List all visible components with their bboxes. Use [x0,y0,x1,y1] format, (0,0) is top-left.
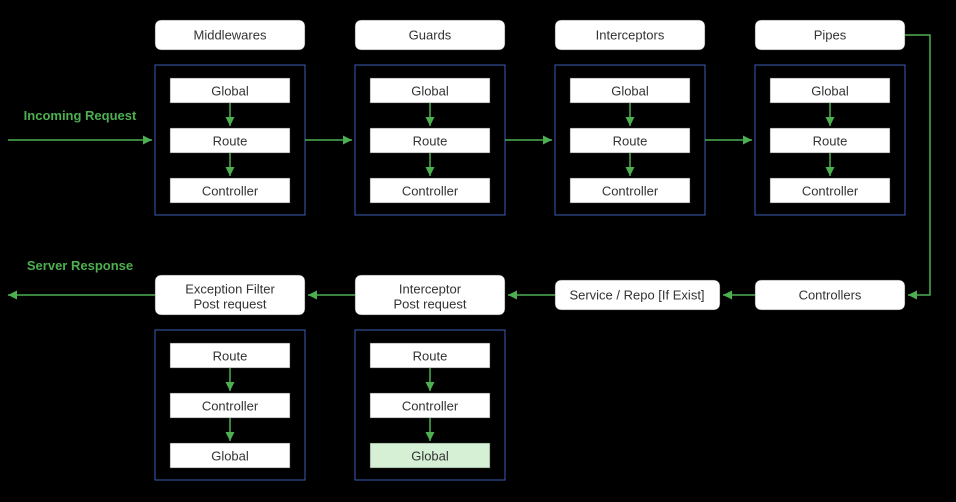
middlewares-route: Route [213,133,248,148]
guards-controller: Controller [402,183,459,198]
pipes-header: Pipes [814,27,847,42]
col-interceptors: Interceptors Global Route Controller [555,20,705,215]
exception-post-line2: Post request [194,296,267,311]
pipes-route: Route [813,133,848,148]
col-middlewares: Middlewares Global Route Controller [155,20,305,215]
server-response-label: Server Response [27,258,133,273]
interceptor-post-line2: Post request [394,296,467,311]
interceptors-header: Interceptors [596,27,665,42]
incoming-request-label: Incoming Request [24,108,137,123]
guards-header: Guards [409,27,452,42]
col-guards: Guards Global Route Controller [355,20,505,215]
exception-post-line1: Exception Filter [185,281,275,296]
exception-post-global: Global [211,448,249,463]
middlewares-global: Global [211,83,249,98]
interceptors-global: Global [611,83,649,98]
interceptor-post-controller: Controller [402,398,459,413]
pipes-global: Global [811,83,849,98]
col-exception-post: Exception Filter Post request Route Cont… [155,275,305,480]
middlewares-controller: Controller [202,183,259,198]
controllers-label: Controllers [799,287,862,302]
interceptor-post-route: Route [413,348,448,363]
arrow-pipes-controllers [905,35,930,295]
middlewares-header: Middlewares [194,27,267,42]
col-pipes: Pipes Global Route Controller [755,20,905,215]
col-interceptor-post: Interceptor Post request Route Controlle… [355,275,505,480]
interceptors-route: Route [613,133,648,148]
pipes-controller: Controller [802,183,859,198]
exception-post-controller: Controller [202,398,259,413]
interceptors-controller: Controller [602,183,659,198]
guards-route: Route [413,133,448,148]
lifecycle-diagram: Incoming Request Server Response Middlew… [0,0,956,502]
interceptor-post-global: Global [411,448,449,463]
controllers-box: Controllers [755,280,905,310]
service-label: Service / Repo [If Exist] [569,287,704,302]
interceptor-post-line1: Interceptor [399,281,462,296]
exception-post-route: Route [213,348,248,363]
guards-global: Global [411,83,449,98]
service-box: Service / Repo [If Exist] [555,280,720,310]
